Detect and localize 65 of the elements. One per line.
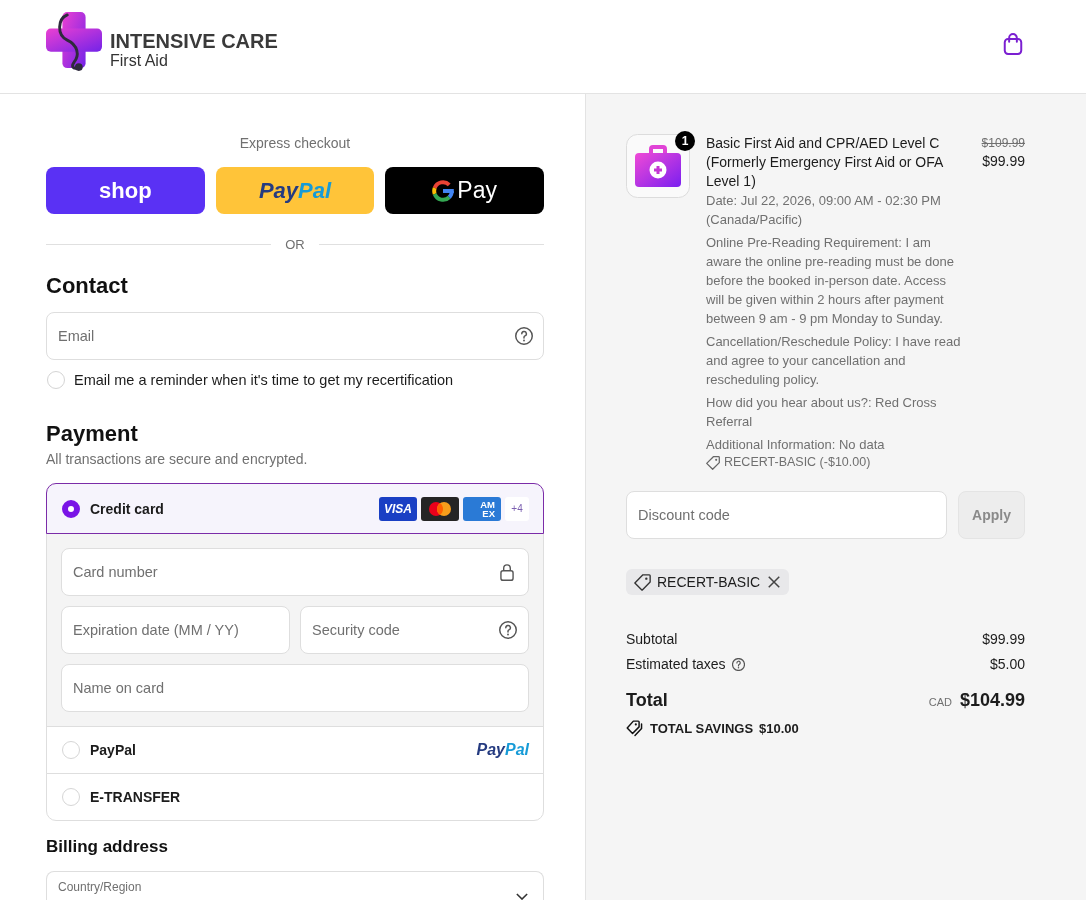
applied-discount-text: RECERT-BASIC (-$10.00) xyxy=(724,454,871,471)
item-detail: Date: Jul 22, 2026, 09:00 AM - 02:30 PM (Canada/Pacific) xyxy=(706,192,942,229)
tags-icon xyxy=(626,719,644,737)
express-checkout-title: Express checkout xyxy=(238,134,352,152)
summary-label: Estimated taxes xyxy=(626,656,726,672)
chevron-down-icon xyxy=(516,893,528,900)
help-icon[interactable] xyxy=(499,621,517,639)
payment-option-label: PayPal xyxy=(90,742,137,758)
summary-label: Subtotal xyxy=(626,631,678,647)
or-label: OR xyxy=(285,236,305,252)
item-detail: Online Pre-Reading Requirement: I am aware the online pre-reading must be done before the booked in-person date. Access will be given within 2 hours after payment between 9 am - 9 pm Monday to Sunday. xyxy=(706,234,955,328)
email-field[interactable]: Email xyxy=(46,312,544,360)
name-on-card-field[interactable]: Name on card xyxy=(61,664,529,712)
brand-tagline: First Aid xyxy=(110,52,169,70)
paypal-logo: PayPal xyxy=(476,741,529,759)
total-amount: $104.99 xyxy=(959,690,1025,711)
tag-icon xyxy=(634,573,651,591)
g-logo-icon xyxy=(432,179,455,202)
brand-name: INTENSIVE CARE xyxy=(110,30,278,52)
price: $99.99 xyxy=(981,152,1025,170)
payment-subtitle: All transactions are secure and encrypted. xyxy=(46,450,309,468)
card-number-field[interactable]: Card number xyxy=(61,548,529,596)
paypal-button[interactable]: PayPal xyxy=(215,167,375,214)
item-detail: Cancellation/Reschedule Policy: I have read and agree to your cancellation and rescheduling policy. xyxy=(706,333,962,389)
help-icon[interactable] xyxy=(515,327,533,345)
tag-icon xyxy=(706,455,720,470)
reminder-label: Email me a reminder when it's time to get my recertification xyxy=(74,372,454,388)
help-icon[interactable] xyxy=(731,657,745,671)
country-field[interactable]: Country/Region xyxy=(46,871,544,900)
mastercard-icon xyxy=(421,496,459,521)
summary-value: $5.00 xyxy=(989,656,1025,672)
first-aid-kit-icon xyxy=(626,134,690,198)
payment-option[interactable]: E-TRANSFER xyxy=(46,773,544,821)
item-detail: Additional Information: No data xyxy=(706,436,886,454)
expiry-date-field[interactable]: Expiration date (MM / YY) xyxy=(61,606,290,654)
checkbox[interactable] xyxy=(47,371,65,389)
summary-value: $99.99 xyxy=(982,631,1025,647)
payment-option[interactable]: PayPal PayPal xyxy=(46,726,544,774)
currency-label: CAD xyxy=(928,696,952,708)
shop-button[interactable]: shop xyxy=(46,167,205,214)
discount-code-field[interactable]: Discount code xyxy=(626,491,947,539)
gpay-button[interactable]: Pay xyxy=(385,167,544,214)
quantity-badge: 1 xyxy=(675,131,695,151)
amex-logo: AM EX xyxy=(463,496,501,521)
contact-heading: Contact xyxy=(46,273,129,299)
payment-option[interactable]: Credit card VISA AM EX +4 xyxy=(46,483,544,534)
close-icon[interactable] xyxy=(768,576,781,588)
item-detail: How did you hear about us?: Red Cross Referral xyxy=(706,394,938,431)
visa-logo: VISA xyxy=(379,496,417,521)
logo-icon xyxy=(46,12,102,72)
payment-heading: Payment xyxy=(46,421,139,447)
payment-option-label: Credit card xyxy=(90,500,165,517)
security-code-field[interactable]: Security code xyxy=(300,606,529,654)
billing-heading: Billing address xyxy=(46,836,169,858)
savings-label: TOTAL SAVINGS xyxy=(650,720,754,736)
payment-option-label: E-TRANSFER xyxy=(90,789,182,805)
more-cards-count: +4 xyxy=(505,496,529,521)
product-title: Basic First Aid and CPR/AED Level C (Formerly Emergency First Aid or OFA Level 1) xyxy=(706,134,944,191)
total-label: Total xyxy=(626,690,668,711)
shopping-bag-icon[interactable] xyxy=(1003,33,1023,55)
lock-icon xyxy=(500,563,514,581)
discount-code-label: RECERT-BASIC xyxy=(657,574,761,590)
radio-button[interactable] xyxy=(62,499,80,518)
original-price: $109.99 xyxy=(980,135,1025,152)
savings-amount: $10.00 xyxy=(759,720,799,736)
